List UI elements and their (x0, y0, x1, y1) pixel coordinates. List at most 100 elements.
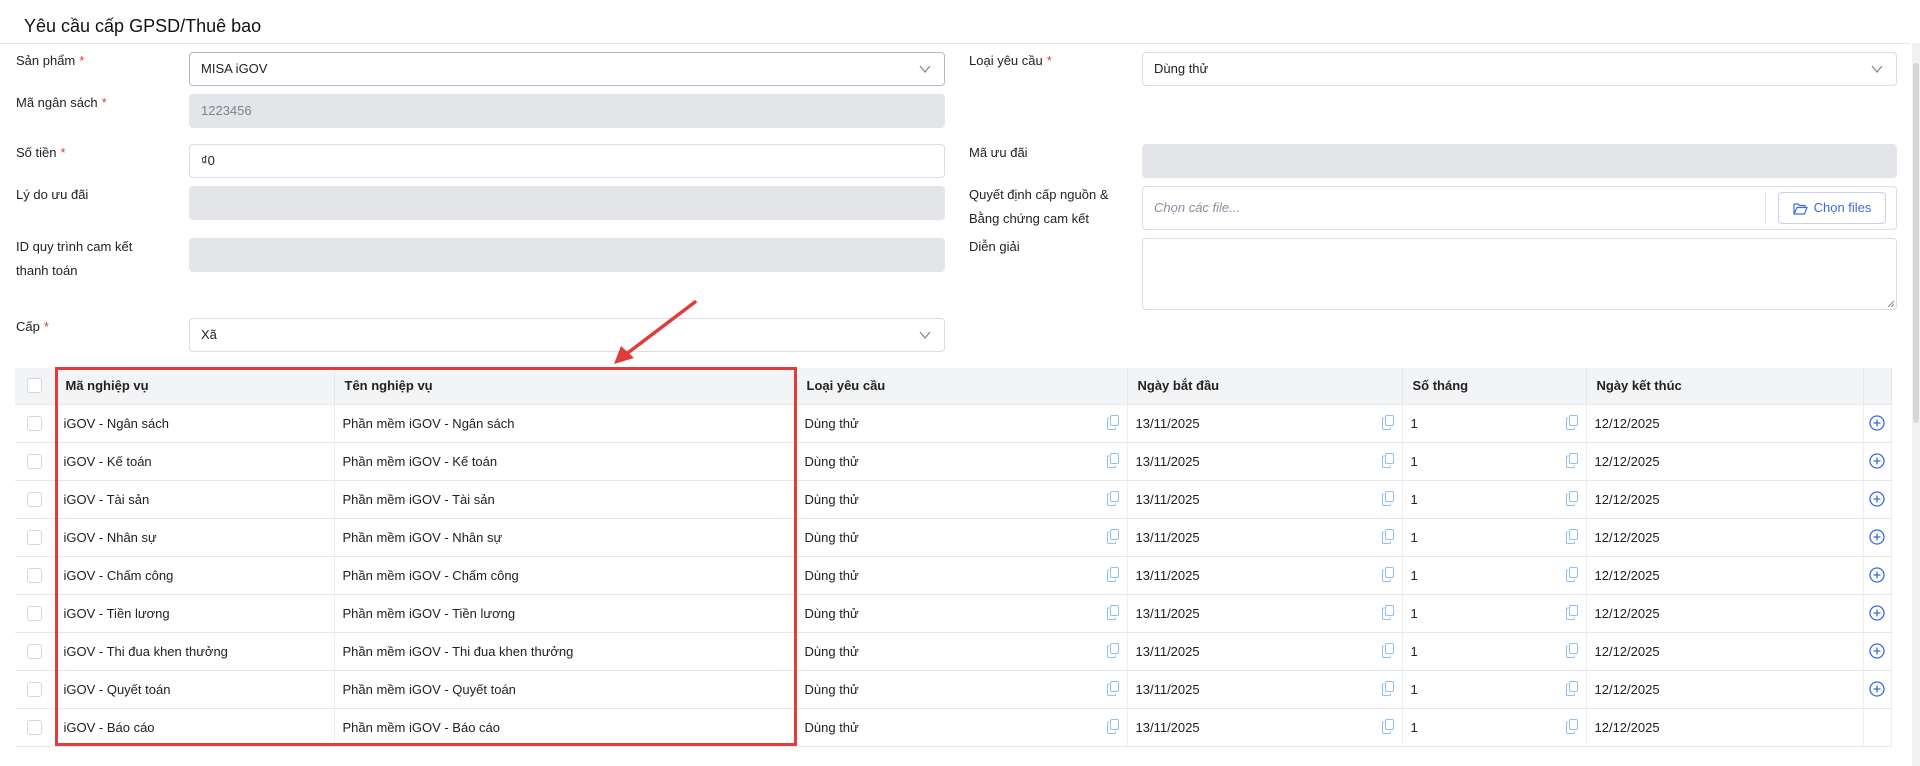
cell-end-date[interactable]: 12/12/2025 (1586, 556, 1864, 595)
row-checkbox[interactable] (27, 719, 43, 735)
copy-icon[interactable] (1381, 414, 1394, 430)
add-circle-icon[interactable] (1869, 415, 1885, 431)
copy-icon[interactable] (1381, 718, 1394, 734)
header-end-date[interactable]: Ngày kết thúc (1586, 368, 1864, 405)
copy-icon[interactable] (1565, 528, 1578, 544)
file-input[interactable]: Chọn các file... Chọn files (1142, 186, 1897, 230)
table-row[interactable]: iGOV - Tài sản Phần mềm iGOV - Tài sản Dùn… (15, 480, 1892, 519)
cell-start-date[interactable]: 13/11/2025 (1127, 480, 1403, 519)
process-id-input[interactable] (189, 238, 945, 272)
table-row[interactable]: iGOV - Thi đua khen thưởng Phần mềm iGOV … (15, 632, 1892, 671)
cell-request-type[interactable]: Dùng thử (796, 442, 1128, 481)
cell-end-date[interactable]: 12/12/2025 (1586, 404, 1864, 443)
row-checkbox[interactable] (27, 681, 43, 697)
cell-end-date[interactable]: 12/12/2025 (1586, 518, 1864, 557)
row-checkbox[interactable] (27, 529, 43, 545)
cell-months[interactable]: 1 (1402, 632, 1587, 671)
header-request-type[interactable]: Loại yêu cầu (796, 368, 1128, 405)
resize-handle-icon[interactable] (1887, 300, 1894, 307)
header-code[interactable]: Mã nghiệp vụ (55, 368, 335, 405)
copy-icon[interactable] (1106, 642, 1119, 658)
copy-icon[interactable] (1565, 452, 1578, 468)
cell-months[interactable]: 1 (1402, 594, 1587, 633)
cell-request-type[interactable]: Dùng thử (796, 556, 1128, 595)
cell-start-date[interactable]: 13/11/2025 (1127, 594, 1403, 633)
cell-end-date[interactable]: 12/12/2025 (1586, 708, 1864, 747)
cell-start-date[interactable]: 13/11/2025 (1127, 442, 1403, 481)
cell-request-type[interactable]: Dùng thử (796, 708, 1128, 747)
copy-icon[interactable] (1565, 680, 1578, 696)
copy-icon[interactable] (1565, 642, 1578, 658)
table-row[interactable]: iGOV - Chấm công Phần mềm iGOV - Chấm côn… (15, 556, 1892, 595)
row-checkbox[interactable] (27, 605, 43, 621)
request-type-select[interactable]: Dùng thử (1142, 52, 1897, 86)
level-select[interactable]: Xã (189, 318, 945, 352)
add-circle-icon[interactable] (1869, 605, 1885, 621)
copy-icon[interactable] (1381, 604, 1394, 620)
copy-icon[interactable] (1565, 718, 1578, 734)
table-row[interactable]: iGOV - Quyết toán Phần mềm iGOV - Quyết t… (15, 670, 1892, 709)
cell-months[interactable]: 1 (1402, 442, 1587, 481)
cell-months[interactable]: 1 (1402, 404, 1587, 443)
copy-icon[interactable] (1106, 604, 1119, 620)
table-row[interactable]: iGOV - Nhân sự Phần mềm iGOV - Nhân sự Dùn… (15, 518, 1892, 557)
cell-start-date[interactable]: 13/11/2025 (1127, 556, 1403, 595)
row-checkbox[interactable] (27, 415, 43, 431)
row-checkbox[interactable] (27, 453, 43, 469)
table-row[interactable]: iGOV - Ngân sách Phần mềm iGOV - Ngân sác… (15, 404, 1892, 443)
copy-icon[interactable] (1565, 490, 1578, 506)
copy-icon[interactable] (1106, 680, 1119, 696)
cell-months[interactable]: 1 (1402, 480, 1587, 519)
copy-icon[interactable] (1565, 566, 1578, 582)
cell-start-date[interactable]: 13/11/2025 (1127, 708, 1403, 747)
copy-icon[interactable] (1381, 566, 1394, 582)
cell-request-type[interactable]: Dùng thử (796, 594, 1128, 633)
add-circle-icon[interactable] (1869, 643, 1885, 659)
copy-icon[interactable] (1381, 642, 1394, 658)
product-select[interactable]: MISA iGOV (189, 52, 945, 86)
discount-reason-input[interactable] (189, 186, 945, 220)
copy-icon[interactable] (1106, 452, 1119, 468)
cell-start-date[interactable]: 13/11/2025 (1127, 632, 1403, 671)
copy-icon[interactable] (1106, 566, 1119, 582)
add-circle-icon[interactable] (1869, 453, 1885, 469)
copy-icon[interactable] (1106, 718, 1119, 734)
cell-request-type[interactable]: Dùng thử (796, 480, 1128, 519)
copy-icon[interactable] (1381, 528, 1394, 544)
amount-input[interactable]: ₫0 (189, 144, 945, 178)
cell-request-type[interactable]: Dùng thử (796, 518, 1128, 557)
copy-icon[interactable] (1565, 414, 1578, 430)
choose-files-button[interactable]: Chọn files (1778, 192, 1886, 224)
cell-end-date[interactable]: 12/12/2025 (1586, 632, 1864, 671)
add-circle-icon[interactable] (1869, 681, 1885, 697)
copy-icon[interactable] (1381, 452, 1394, 468)
cell-end-date[interactable]: 12/12/2025 (1586, 442, 1864, 481)
cell-months[interactable]: 1 (1402, 708, 1587, 747)
cell-end-date[interactable]: 12/12/2025 (1586, 670, 1864, 709)
add-circle-icon[interactable] (1869, 491, 1885, 507)
cell-months[interactable]: 1 (1402, 556, 1587, 595)
row-checkbox[interactable] (27, 567, 43, 583)
add-circle-icon[interactable] (1869, 529, 1885, 545)
cell-request-type[interactable]: Dùng thử (796, 404, 1128, 443)
cell-start-date[interactable]: 13/11/2025 (1127, 404, 1403, 443)
header-start-date[interactable]: Ngày bắt đầu (1127, 368, 1403, 405)
cell-months[interactable]: 1 (1402, 670, 1587, 709)
copy-icon[interactable] (1381, 490, 1394, 506)
discount-code-input[interactable] (1142, 144, 1897, 178)
select-all-checkbox[interactable] (27, 378, 43, 394)
copy-icon[interactable] (1106, 490, 1119, 506)
scrollbar-thumb[interactable] (1913, 63, 1919, 423)
header-name[interactable]: Tên nghiệp vụ (334, 368, 797, 405)
copy-icon[interactable] (1106, 414, 1119, 430)
cell-start-date[interactable]: 13/11/2025 (1127, 670, 1403, 709)
budget-code-input[interactable]: 1223456 (189, 94, 945, 128)
cell-request-type[interactable]: Dùng thử (796, 632, 1128, 671)
table-row[interactable]: iGOV - Kế toán Phần mềm iGOV - Kế toán Dùn… (15, 442, 1892, 481)
row-checkbox[interactable] (27, 643, 43, 659)
copy-icon[interactable] (1106, 528, 1119, 544)
cell-months[interactable]: 1 (1402, 518, 1587, 557)
table-row[interactable]: iGOV - Tiền lương Phần mềm iGOV - Tiền lư… (15, 594, 1892, 633)
cell-start-date[interactable]: 13/11/2025 (1127, 518, 1403, 557)
cell-end-date[interactable]: 12/12/2025 (1586, 594, 1864, 633)
